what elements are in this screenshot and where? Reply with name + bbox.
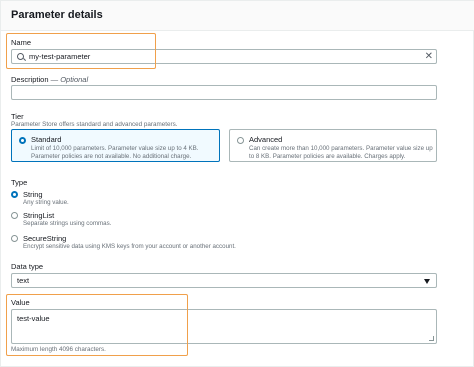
- description-label-text: Description: [11, 75, 49, 84]
- advanced-desc-1: Can create more than 10,000 parameters. …: [249, 145, 433, 152]
- string-radio[interactable]: [11, 191, 18, 198]
- standard-desc-2: Parameter policies are not available. No…: [31, 153, 192, 160]
- resize-handle-icon[interactable]: [429, 336, 434, 341]
- tier-option-advanced[interactable]: Advanced Can create more than 10,000 par…: [229, 129, 437, 162]
- data-type-select[interactable]: text: [11, 273, 437, 288]
- stringlist-title: StringList: [23, 211, 55, 220]
- type-label: Type: [11, 178, 28, 187]
- securestring-title: SecureString: [23, 234, 67, 243]
- string-desc: Any string value.: [23, 199, 69, 206]
- panel-title: Parameter details: [11, 9, 103, 21]
- tier-label: Tier: [11, 112, 24, 121]
- advanced-desc-2: to 8 KB. Parameter policies are availabl…: [249, 153, 406, 160]
- caret-down-icon: [424, 279, 430, 284]
- stringlist-radio[interactable]: [11, 212, 18, 219]
- string-title: String: [23, 190, 43, 199]
- description-label: Description — Optional: [11, 75, 88, 84]
- close-icon[interactable]: ✕: [425, 51, 433, 63]
- standard-radio[interactable]: [19, 137, 26, 144]
- standard-desc-1: Limit of 10,000 parameters. Parameter va…: [31, 145, 199, 152]
- value-highlight: [6, 294, 188, 356]
- panel-header: Parameter details: [1, 1, 474, 31]
- securestring-desc: Encrypt sensitive data using KMS keys fr…: [23, 243, 236, 250]
- advanced-title: Advanced: [249, 135, 283, 144]
- tier-option-standard[interactable]: Standard Limit of 10,000 parameters. Par…: [11, 129, 220, 162]
- tier-hint: Parameter Store offers standard and adva…: [11, 121, 178, 128]
- description-input[interactable]: [11, 85, 437, 100]
- description-optional: — Optional: [50, 75, 89, 84]
- name-highlight: [6, 33, 156, 69]
- stringlist-desc: Separate strings using commas.: [23, 220, 112, 227]
- data-type-label: Data type: [11, 262, 44, 271]
- data-type-value: text: [17, 276, 30, 285]
- advanced-radio[interactable]: [237, 137, 244, 144]
- securestring-radio[interactable]: [11, 235, 18, 242]
- standard-title: Standard: [31, 135, 62, 144]
